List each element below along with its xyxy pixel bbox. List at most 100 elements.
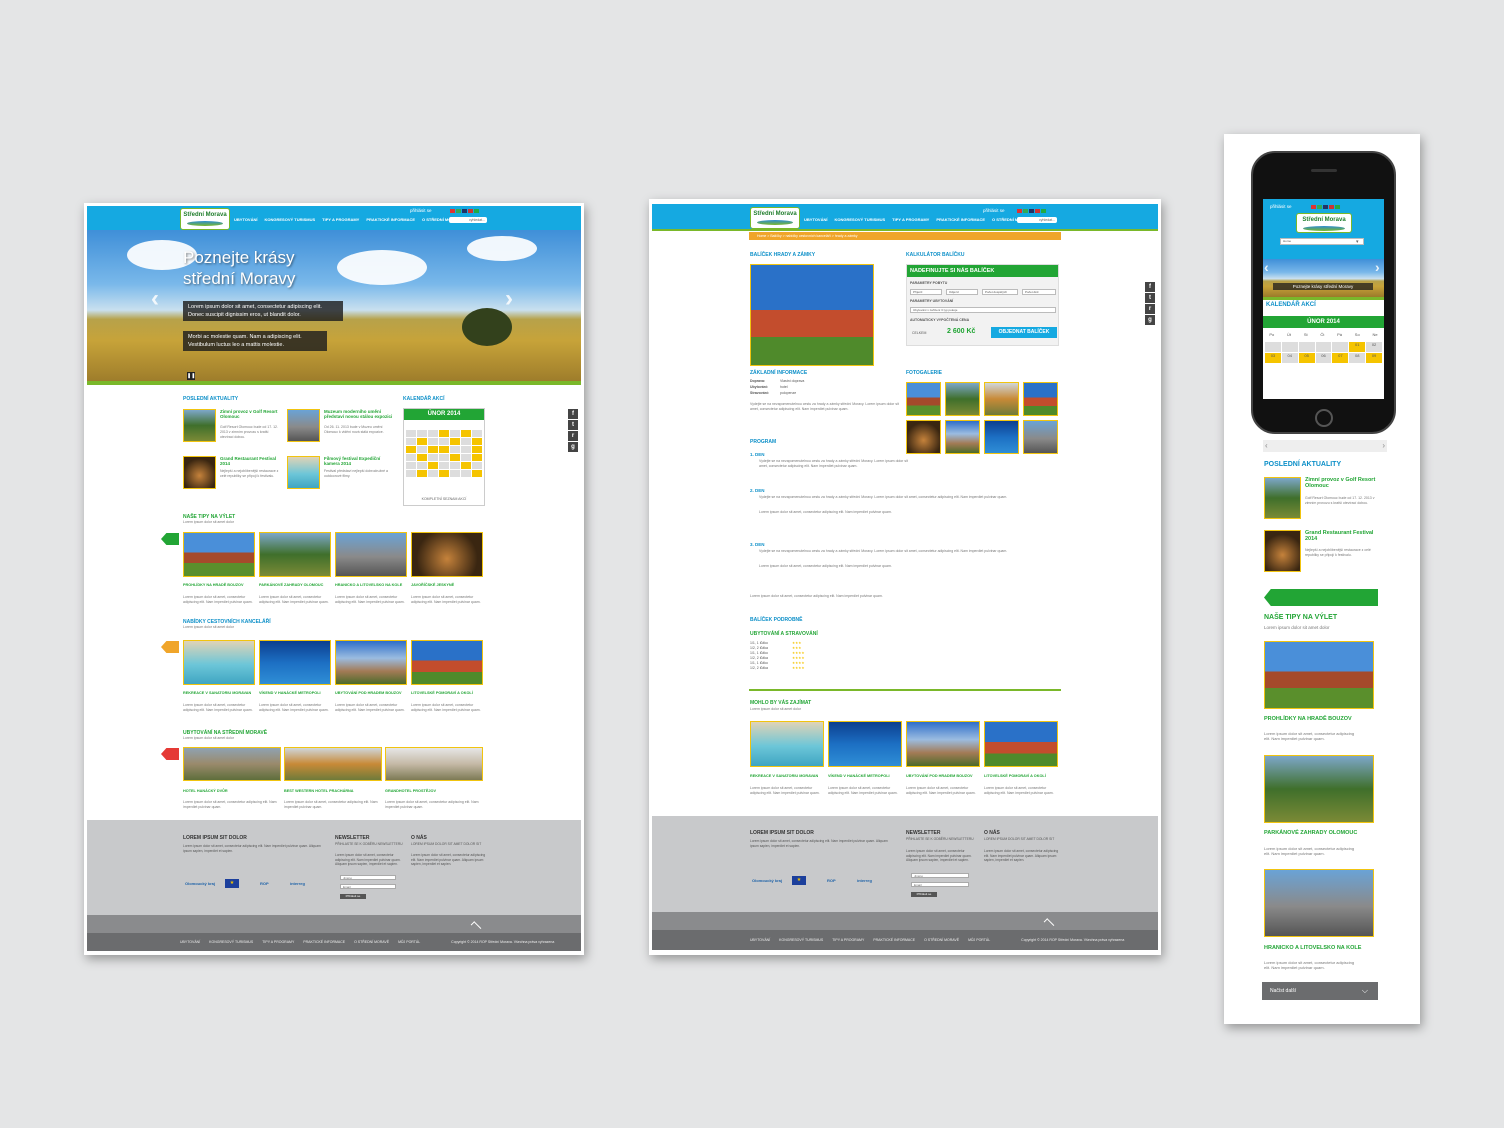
- tip-image[interactable]: [183, 532, 255, 577]
- related-image[interactable]: [906, 721, 980, 767]
- footer-menu-item[interactable]: PRAKTICKÉ INFORMACE: [873, 938, 915, 942]
- footer-menu-item[interactable]: KONGRESOVÝ TURISMUS: [209, 940, 253, 944]
- calendar-day[interactable]: 02: [1366, 342, 1382, 352]
- newsletter-name-input[interactable]: Jméno: [911, 873, 969, 878]
- slider-next-arrow-icon[interactable]: ›: [1375, 259, 1380, 275]
- calendar-event-day[interactable]: 09: [1366, 353, 1382, 363]
- footer-menu-item[interactable]: PRAKTICKÉ INFORMACE: [303, 940, 345, 944]
- calendar-event-day[interactable]: [417, 470, 427, 477]
- tip-title[interactable]: PARKÁNOVÉ ZAHRADY OLOMOUC: [1264, 830, 1357, 836]
- related-image[interactable]: [828, 721, 902, 767]
- footer-menu-item[interactable]: MŮJ PORTÁL: [968, 938, 990, 942]
- slider-pause-icon[interactable]: ❚❚: [187, 372, 195, 380]
- flag-pl-icon[interactable]: [1035, 209, 1040, 213]
- phone-home-button[interactable]: [1315, 409, 1333, 427]
- search-input[interactable]: vyhledat...: [449, 217, 487, 223]
- gallery-thumb[interactable]: [984, 382, 1019, 416]
- flag-pl-icon[interactable]: [1329, 205, 1334, 209]
- footer-menu-item[interactable]: O STŘEDNÍ MORAVĚ: [354, 940, 389, 944]
- flag-cz-icon[interactable]: [450, 209, 455, 213]
- calendar-event-day[interactable]: [472, 470, 482, 477]
- calendar-day[interactable]: [1298, 342, 1315, 352]
- calendar-day[interactable]: [1265, 342, 1281, 352]
- stay-name[interactable]: HOTEL HANÁCKÝ DVŮR: [183, 789, 279, 794]
- calendar-event-day[interactable]: [472, 454, 482, 461]
- related-item-title[interactable]: LITOVELSKÉ POMORAVÍ A OKOLÍ: [984, 774, 1062, 779]
- calendar-day[interactable]: [461, 438, 471, 445]
- calendar-day[interactable]: [450, 470, 460, 477]
- agency-image[interactable]: [259, 640, 331, 685]
- newsletter-email-input[interactable]: Email: [911, 882, 969, 887]
- order-package-button[interactable]: OBJEDNAT BALÍČEK: [991, 327, 1057, 338]
- facebook-icon[interactable]: f: [1145, 282, 1155, 292]
- calendar-event-day[interactable]: [439, 470, 449, 477]
- tip-title[interactable]: JAVOŘÍČSKÉ JESKYNĚ: [411, 583, 485, 588]
- flag-pl-icon[interactable]: [468, 209, 473, 213]
- calendar-event-day[interactable]: [450, 438, 460, 445]
- gallery-thumb[interactable]: [945, 382, 980, 416]
- tip-image[interactable]: [335, 532, 407, 577]
- calendar-day[interactable]: [461, 454, 471, 461]
- news-image[interactable]: [287, 409, 320, 442]
- footer-menu-item[interactable]: KONGRESOVÝ TURISMUS: [779, 938, 823, 942]
- tip-title[interactable]: HRANICKO A LITOVELSKO NA KOLE: [335, 583, 409, 588]
- calendar-day[interactable]: [461, 470, 471, 477]
- calendar-event-day[interactable]: [472, 446, 482, 453]
- tip-image[interactable]: [259, 532, 331, 577]
- calendar-day[interactable]: [1332, 342, 1349, 352]
- related-image[interactable]: [750, 721, 824, 767]
- google-plus-icon[interactable]: g: [568, 442, 578, 452]
- gallery-thumb[interactable]: [945, 420, 980, 454]
- flag-cz-icon[interactable]: [1017, 209, 1022, 213]
- agency-title[interactable]: UBYTOVÁNÍ POD HRADEM BOUZOV: [335, 691, 411, 696]
- tip-title[interactable]: PROHLÍDKY NA HRADĚ BOUZOV: [1264, 716, 1352, 722]
- calendar-day[interactable]: 06: [1315, 353, 1332, 363]
- slider-prev-arrow-icon[interactable]: ‹: [1264, 259, 1269, 275]
- tip-title[interactable]: HRANICKO A LITOVELSKO NA KOLE: [1264, 945, 1361, 951]
- rss-icon[interactable]: r: [568, 431, 578, 441]
- footer-menu-item[interactable]: TIPY A PROGRAMY: [262, 940, 294, 944]
- calendar-day[interactable]: [417, 430, 427, 437]
- mobile-menu-select[interactable]: Home: [1280, 238, 1364, 245]
- facebook-icon[interactable]: f: [568, 409, 578, 419]
- footer-menu-item[interactable]: TIPY A PROGRAMY: [832, 938, 864, 942]
- menu-item[interactable]: KONGRESOVÝ TURISMUS: [264, 217, 315, 222]
- calendar-event-day[interactable]: [439, 446, 449, 453]
- arrival-select[interactable]: Příjezd: [910, 289, 942, 295]
- menu-item[interactable]: PRAKTICKÉ INFORMACE: [366, 217, 415, 222]
- search-input[interactable]: vyhledat...: [1017, 217, 1057, 223]
- stay-name[interactable]: GRANDHOTEL PROSTĚJOV: [385, 789, 481, 794]
- calendar-event-day[interactable]: [428, 446, 438, 453]
- language-flags[interactable]: [1017, 209, 1046, 213]
- footer-menu-item[interactable]: UBYTOVÁNÍ: [180, 940, 200, 944]
- stay-name[interactable]: BEST WESTERN HOTEL PRACHÁRNA: [284, 789, 380, 794]
- calendar-event-day[interactable]: [417, 454, 427, 461]
- calendar-day[interactable]: [417, 446, 427, 453]
- calendar-day[interactable]: [472, 462, 482, 469]
- login-link[interactable]: přihlásit se: [983, 208, 1005, 213]
- calendar-day[interactable]: [450, 430, 460, 437]
- news-image[interactable]: [287, 456, 320, 489]
- related-image[interactable]: [984, 721, 1058, 767]
- flag-de-icon[interactable]: [1023, 209, 1028, 213]
- stay-image[interactable]: [385, 747, 483, 781]
- adults-select[interactable]: Počet dospělých: [982, 289, 1018, 295]
- slider-prev-arrow-icon[interactable]: ‹: [151, 285, 159, 313]
- calendar-day[interactable]: [1281, 342, 1298, 352]
- gallery-thumb[interactable]: [1023, 382, 1058, 416]
- flag-en-icon[interactable]: [1029, 209, 1034, 213]
- footer-menu-item[interactable]: UBYTOVÁNÍ: [750, 938, 770, 942]
- calendar-day[interactable]: [450, 462, 460, 469]
- login-link[interactable]: přihlásit se: [1270, 204, 1292, 209]
- load-more-button[interactable]: Načíst další ⌵: [1262, 982, 1378, 1000]
- google-plus-icon[interactable]: g: [1145, 315, 1155, 325]
- site-logo[interactable]: Střední Morava: [750, 207, 800, 229]
- tip-image[interactable]: [411, 532, 483, 577]
- tip-title[interactable]: PROHLÍDKY NA HRADĚ BOUZOV: [183, 583, 257, 588]
- calendar-day[interactable]: [461, 446, 471, 453]
- gallery-thumb[interactable]: [984, 420, 1019, 454]
- tip-image[interactable]: [1264, 869, 1374, 937]
- menu-item[interactable]: UBYTOVÁNÍ: [804, 217, 827, 222]
- twitter-icon[interactable]: t: [1145, 293, 1155, 303]
- agency-image[interactable]: [183, 640, 255, 685]
